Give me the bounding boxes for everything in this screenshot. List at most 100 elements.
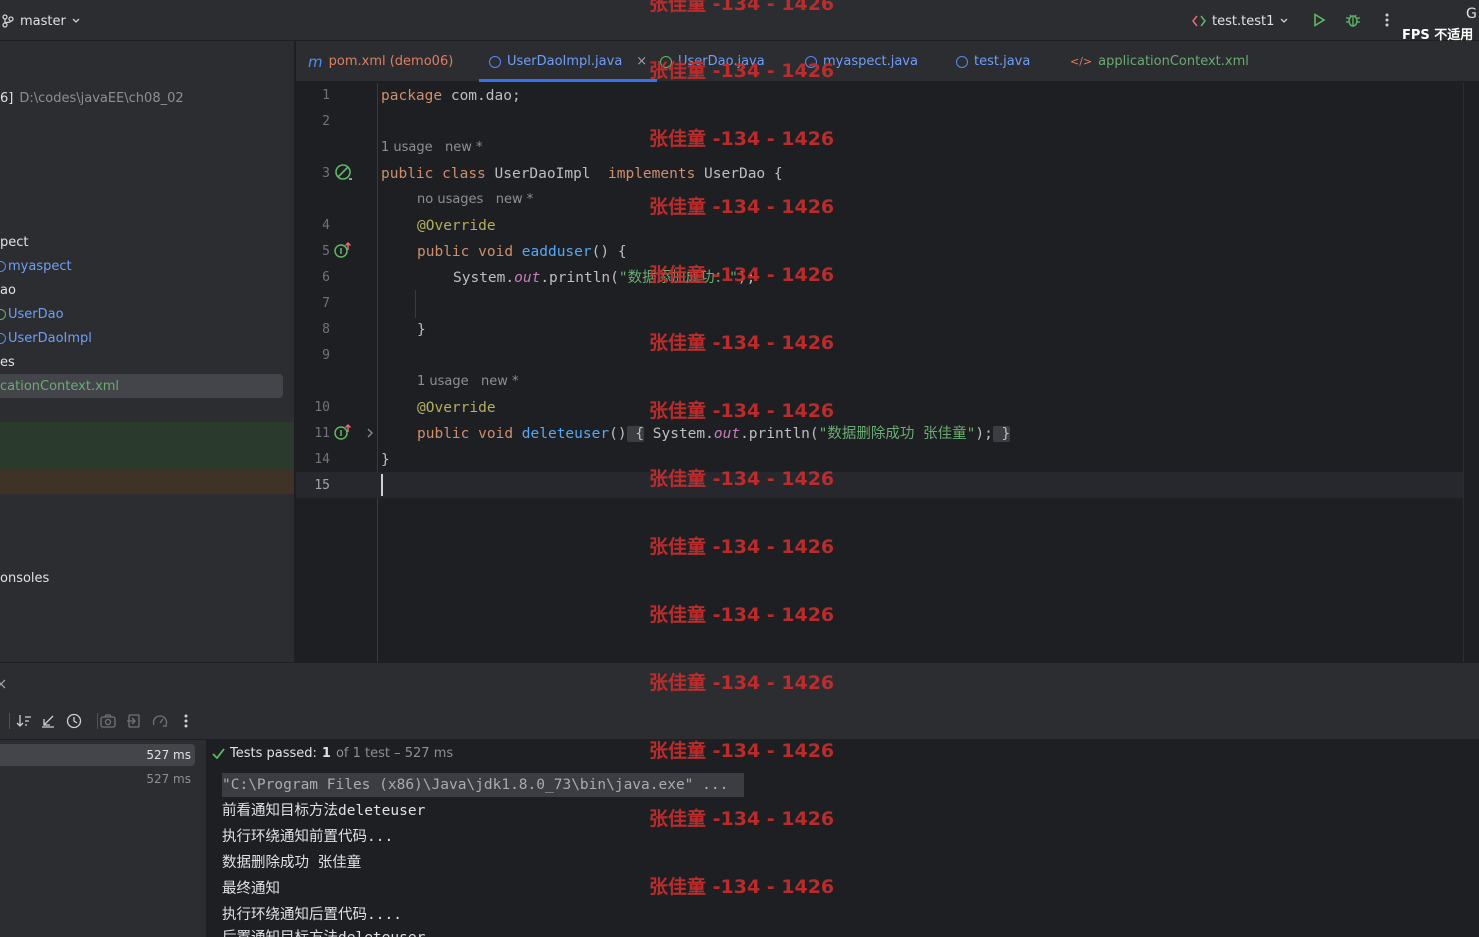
folded-region[interactable]: }: [992, 426, 1011, 442]
line-number: 1: [322, 88, 330, 103]
code-token: "数据添加成功：": [618, 270, 738, 286]
code-token: deleteuser: [521, 426, 610, 442]
tab-pom-xml[interactable]: m pom.xml (demo06): [308, 41, 453, 82]
tests-passed-label: Tests passed:: [230, 745, 317, 761]
branch-name: master: [20, 13, 66, 29]
tree-item-myaspect[interactable]: myaspect: [0, 254, 294, 278]
tree-item-label: UserDao: [8, 306, 64, 322]
console-line: 执行环绕通知前置代码...: [222, 829, 394, 845]
junit-config-icon: [1192, 15, 1206, 27]
class-icon: [956, 55, 968, 68]
editor-tab-bar: m pom.xml (demo06) UserDaoImpl.java × Us…: [296, 41, 1479, 82]
implements-method-icon[interactable]: [333, 423, 353, 445]
camera-icon: [100, 714, 116, 728]
sort-button[interactable]: [14, 711, 34, 731]
code-line-11: public void deleteuser() { System.out.pr…: [417, 421, 1011, 447]
code-token: );: [975, 426, 993, 442]
run-button[interactable]: [1309, 10, 1329, 30]
console-line[interactable]: "C:\Program Files (x86)\Java\jdk1.8.0_73…: [222, 772, 728, 798]
line-number: 2: [322, 114, 330, 129]
line-number: 6: [322, 270, 330, 285]
interface-icon: [660, 55, 672, 68]
more-vertical-icon: [184, 714, 188, 728]
search-everywhere-icon[interactable]: G: [1466, 6, 1479, 20]
tab-label: myaspect.java: [823, 54, 918, 69]
tab-test-java[interactable]: test.java: [956, 41, 1030, 82]
more-actions-button[interactable]: [1377, 10, 1397, 30]
run-icon: [1314, 13, 1326, 27]
tree-item-label: 6]: [0, 90, 14, 106]
console-command-text: "C:\Program Files (x86)\Java\jdk1.8.0_73…: [222, 777, 729, 793]
code-line-6: System.out.println("数据添加成功：");: [453, 265, 755, 291]
close-tab-icon[interactable]: ×: [636, 54, 647, 69]
interface-icon: [0, 308, 6, 320]
export-button[interactable]: [124, 711, 144, 731]
tests-passed-detail: of 1 test – 527 ms: [335, 745, 454, 761]
chevron-down-icon: [72, 18, 80, 23]
line-number: 4: [322, 218, 330, 233]
line-number: 7: [322, 296, 330, 311]
spring-bean-icon[interactable]: [334, 163, 354, 187]
folded-region[interactable]: {: [626, 426, 645, 442]
chevron-down-icon: [1280, 18, 1288, 23]
tree-item-project-root[interactable]: 6] D:\codes\javaEE\ch08_02: [0, 86, 294, 110]
import-tests-button[interactable]: [38, 711, 58, 731]
test-status: Tests passed: 1 of 1 test – 527 ms: [212, 744, 453, 762]
code-token: void: [478, 426, 514, 442]
tab-userdaoimpl[interactable]: UserDaoImpl.java ×: [478, 41, 658, 82]
tree-item-dao-package[interactable]: ao: [0, 278, 294, 302]
code-token: class: [442, 166, 486, 182]
chevron-right-icon[interactable]: [365, 427, 375, 443]
tests-passed-count: 1: [321, 745, 331, 761]
debug-button[interactable]: [1343, 10, 1363, 30]
code-token: out: [713, 426, 741, 442]
code-token: public: [417, 244, 470, 260]
tab-myaspect[interactable]: myaspect.java: [805, 41, 918, 82]
tab-label: UserDao.java: [678, 54, 765, 69]
history-button[interactable]: [64, 711, 84, 731]
code-token: .println(: [740, 426, 819, 442]
console-line: 后置通知目标方法deleteuser: [222, 925, 425, 937]
tab-label: test.java: [974, 54, 1031, 69]
text-caret: [381, 474, 383, 496]
code-token: UserDaoImpl: [485, 166, 608, 182]
tree-item-scratches-consoles[interactable]: onsoles: [0, 566, 294, 590]
tree-item-aspect-package[interactable]: pect: [0, 230, 294, 254]
console-line: 前看通知目标方法deleteuser: [222, 803, 426, 819]
line-number: 10: [314, 400, 330, 415]
usage-hint[interactable]: 1 usage new *: [417, 369, 519, 395]
tab-applicationcontext[interactable]: </> applicationContext.xml: [1070, 41, 1249, 82]
run-toolbar: [0, 704, 1479, 740]
code-token: System.: [453, 270, 515, 286]
indent-guide: [415, 290, 416, 318]
usage-hint[interactable]: 1 usage new *: [381, 135, 483, 161]
code-token: UserDao {: [695, 166, 783, 182]
tab-userdao[interactable]: UserDao.java: [660, 41, 765, 82]
tree-item-applicationcontext[interactable]: cationContext.xml: [0, 374, 283, 398]
class-icon: [0, 260, 6, 272]
implements-method-icon[interactable]: [333, 241, 353, 263]
code-token: .println(: [540, 270, 619, 286]
title-bar: master test.test1 G FPS 不适用: [0, 0, 1479, 43]
tree-item-userdao[interactable]: UserDao: [0, 302, 294, 326]
close-icon[interactable]: [0, 679, 6, 689]
tree-item-resources[interactable]: es: [0, 350, 294, 374]
coverage-button[interactable]: [150, 711, 170, 731]
tree-item-userdaoimpl[interactable]: UserDaoImpl: [0, 326, 294, 350]
screenshot-button[interactable]: [98, 711, 118, 731]
code-line-14: }: [381, 452, 390, 468]
code-token: "数据删除成功 张佳童": [818, 426, 976, 442]
more-options-button[interactable]: [176, 711, 196, 731]
editor-scrollbar[interactable]: [1463, 83, 1479, 662]
code-line-3: public class UserDaoImpl implements User…: [381, 161, 783, 187]
code-token: out: [514, 270, 541, 286]
code-token: System.: [644, 426, 714, 442]
line-number: 8: [322, 322, 330, 337]
project-path: D:\codes\javaEE\ch08_02: [19, 90, 184, 106]
test-duration: 527 ms: [146, 748, 191, 762]
vcs-branch-widget[interactable]: master: [2, 11, 80, 31]
run-configuration-selector[interactable]: test.test1: [1192, 11, 1288, 31]
gauge-icon: [152, 715, 168, 727]
usage-hint[interactable]: no usages new *: [417, 187, 533, 213]
tree-item-label: myaspect: [8, 258, 72, 274]
